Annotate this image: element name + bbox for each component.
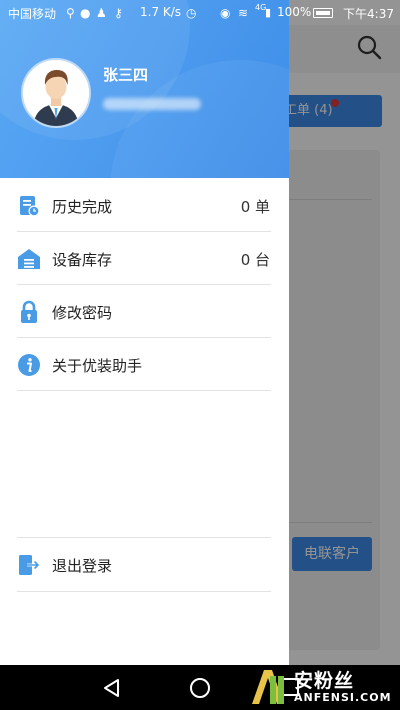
logout-label: 退出登录 — [52, 557, 113, 575]
back-icon[interactable] — [100, 676, 124, 700]
drawer-header: 张三四 — [0, 0, 289, 178]
battery-percent: 100% — [277, 5, 312, 19]
menu-item-label: 历史完成 — [52, 198, 113, 216]
menu-divider — [17, 390, 271, 391]
user-avatar-icon — [23, 60, 89, 126]
menu-item-label: 关于优装助手 — [52, 357, 143, 375]
wifi-icon: ≋ — [238, 6, 249, 20]
warehouse-icon — [18, 249, 40, 269]
menu-item-label: 设备库存 — [52, 251, 113, 269]
clock: 下午4:37 — [343, 7, 394, 21]
usb-icon: ⚲ — [66, 6, 75, 20]
message-icon: ● — [80, 6, 91, 20]
logout-icon — [19, 555, 40, 575]
history-count: 0 单 — [240, 198, 270, 216]
watermark: 安粉丝 ANFENSI.COM — [248, 664, 396, 708]
menu-item-about[interactable]: 关于优装助手 — [0, 339, 289, 391]
history-doc-icon — [20, 196, 40, 217]
carrier-label: 中国移动 — [8, 7, 57, 21]
status-bar: 中国移动 1.7 K/s ⚲ ● ♟ ⚷ ◷ ◉ ≋ 4G ▮ 100% 下午4… — [0, 0, 400, 25]
watermark-cn: 安粉丝 — [294, 670, 355, 692]
menu-item-label: 修改密码 — [52, 304, 113, 322]
user-phone-blurred — [103, 98, 201, 110]
lock-icon — [21, 300, 37, 323]
battery-icon — [313, 8, 333, 18]
menu-divider — [17, 284, 271, 285]
menu-divider — [17, 231, 271, 232]
user-name: 张三四 — [103, 66, 149, 84]
menu-divider — [17, 537, 271, 538]
menu-item-history[interactable]: 历史完成 0 单 — [0, 180, 289, 232]
home-icon[interactable] — [189, 677, 211, 699]
info-icon — [18, 354, 40, 376]
anfensi-logo-icon — [252, 670, 284, 704]
network-speed: 1.7 K/s — [140, 5, 182, 19]
alarm-icon: ◷ — [186, 6, 197, 20]
signal-icon: ▮ — [265, 6, 272, 19]
menu-item-change-password[interactable]: 修改密码 — [0, 286, 289, 338]
key-icon: ⚷ — [114, 6, 123, 20]
logout-button[interactable]: 退出登录 — [0, 539, 289, 591]
menu-item-inventory[interactable]: 设备库存 0 台 — [0, 233, 289, 285]
qq-icon: ♟ — [96, 6, 107, 20]
menu-divider — [17, 337, 271, 338]
avatar[interactable] — [21, 58, 91, 128]
menu-divider — [17, 591, 271, 592]
watermark-en: ANFENSI.COM — [294, 691, 392, 704]
inventory-count: 0 台 — [240, 251, 270, 269]
eye-icon: ◉ — [220, 6, 231, 20]
navigation-drawer: 张三四 历史完成 0 单 设备库存 0 台 修改密码 关于优装助手 退出登录 — [0, 0, 289, 665]
